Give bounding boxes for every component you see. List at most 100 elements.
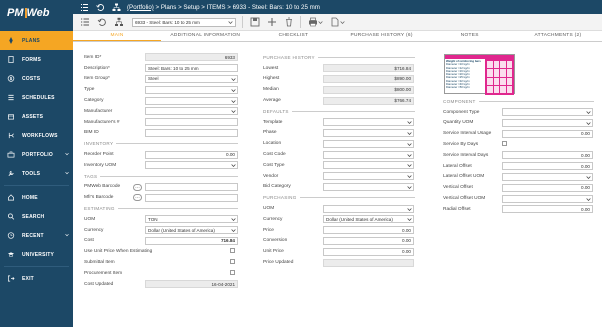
vendor-select[interactable] [323,172,414,181]
sidebar-item-costs[interactable]: $ COSTS [0,69,73,88]
lowest-label: Lowest [263,65,279,71]
template-select[interactable] [323,118,414,127]
sidebar-item-home[interactable]: HOME [0,188,73,207]
sidebar-item-label: PORTFOLIO [22,151,53,158]
purchasing-currency-select[interactable]: Dollar (United States of America) [323,215,414,224]
cost-code-select[interactable] [323,150,414,159]
top-bar: (Portfolio) > Plans > Setup > ITEMS > 69… [73,0,602,14]
more-options-button[interactable]: … [133,194,142,202]
price-field[interactable]: 0.00 [323,226,414,235]
clock-icon [7,232,15,239]
save-icon[interactable] [249,17,260,28]
chevron-down-icon [586,122,591,126]
list-view-icon[interactable] [79,2,89,12]
radial-offset-field[interactable]: 0.00 [502,205,593,214]
item-image[interactable]: Weight of reinforcing bars Diameter =10 … [444,54,515,95]
item-group-select[interactable]: Steel [145,74,238,83]
quantity-uom-select[interactable] [502,118,593,127]
inventory-uom-select[interactable] [145,161,238,170]
use-unit-price-checkbox[interactable] [230,248,235,254]
print-icon[interactable] [307,17,318,28]
procurement-item-checkbox[interactable] [230,269,235,275]
sidebar-item-workflows[interactable]: WORKFLOWS [0,126,73,145]
unit-price-field[interactable]: 0.00 [323,247,414,256]
list-icon[interactable] [79,17,90,28]
tab-checklist[interactable]: CHECKLIST [249,31,337,41]
tab-notes[interactable]: NOTES [426,31,514,41]
service-interval-days-field[interactable]: 0.00 [502,151,593,160]
currency-value: Dollar (United States of America) [148,227,215,233]
breadcrumb-portfolio-link[interactable]: (Portfolio) [127,4,154,11]
box-icon [7,113,15,120]
currency-select[interactable]: Dollar (United States of America) [145,226,238,235]
chevron-down-icon[interactable] [318,20,323,25]
undo-icon[interactable] [95,2,105,12]
sidebar-item-exit[interactable]: EXIT [0,269,73,288]
service-by-days-checkbox[interactable] [502,141,507,147]
manufacturer-number-field[interactable] [145,118,238,127]
tab-purchase-history[interactable]: PURCHASE HISTORY (6) [338,31,426,41]
sidebar-item-university[interactable]: UNIVERSITY [0,245,73,264]
sidebar-item-tools[interactable]: TOOLS [0,164,73,183]
hierarchy-icon[interactable] [113,17,124,28]
submittal-item-checkbox[interactable] [230,259,235,265]
chevron-down-icon [228,20,233,24]
category-select[interactable] [145,96,238,105]
image-cell [493,61,499,69]
uom-select[interactable]: TON [145,215,238,224]
tab-main[interactable]: MAIN [73,31,162,41]
lowest-field: $716.84 [323,64,414,73]
manufacturer-select[interactable] [145,107,238,116]
bim-id-field[interactable] [145,128,238,137]
list-icon [7,94,15,101]
phase-select[interactable] [323,128,414,137]
sidebar-item-assets[interactable]: ASSETS [0,107,73,126]
location-select[interactable] [323,139,414,148]
item-id-label: Item ID* [84,54,102,60]
median-field: $800.00 [323,85,414,94]
sidebar-item-search[interactable]: SEARCH [0,207,73,226]
defaults-header-text: DEFAULTS [263,108,289,114]
tab-additional-information[interactable]: ADDITIONAL INFORMATION [161,31,249,41]
cost-field[interactable]: 716.84 [145,236,238,245]
sidebar-item-recent[interactable]: RECENT [0,226,73,245]
reorder-point-field[interactable]: 0.00 [145,150,238,159]
mfr-barcode-field[interactable] [145,193,238,202]
sidebar-item-forms[interactable]: FORMS [0,50,73,69]
undo-icon[interactable] [96,17,107,28]
hierarchy-icon[interactable] [111,2,121,12]
manufacturer-number-label: Manufacturer's # [84,119,120,125]
pmweb-logo[interactable]: PM Web [0,0,73,26]
bid-category-select[interactable] [323,182,414,191]
sidebar-item-portfolio[interactable]: PORTFOLIO [0,145,73,164]
record-select[interactable]: 6933 - Steel: Bars: 10 to 25 mm [132,17,236,27]
vertical-offset-field[interactable]: 0.00 [502,183,593,192]
type-select[interactable] [145,85,238,94]
chevron-down-icon [407,175,412,179]
chevron-down-icon [407,153,412,157]
sidebar-item-schedules[interactable]: SCHEDULES [0,88,73,107]
description-field[interactable]: Steel: Bars: 10 to 25 mm [145,64,238,73]
chevron-down-icon[interactable] [340,20,345,25]
export-document-icon[interactable] [329,17,340,28]
lateral-offset-label: Lateral Offset [443,163,472,169]
component-type-select[interactable] [502,108,593,117]
lateral-offset-field[interactable]: 0.00 [502,162,593,171]
service-interval-usage-field[interactable]: 0.00 [502,129,593,138]
vendor-label: Vendor [263,173,279,179]
cost-code-label: Cost Code [263,152,286,158]
lateral-offset-uom-select[interactable] [502,172,593,181]
reorder-point-label: Reorder Point [84,152,114,158]
tab-attachments[interactable]: ATTACHMENTS (2) [514,31,602,41]
vertical-offset-uom-select[interactable] [502,194,593,203]
cost-type-select[interactable] [323,161,414,170]
purchasing-uom-select[interactable] [323,204,414,213]
pmweb-barcode-field[interactable] [145,182,238,191]
sidebar-item-plans[interactable]: PLANS [0,31,73,50]
delete-icon[interactable] [283,17,294,28]
briefcase-icon [7,151,15,158]
add-icon[interactable] [266,17,277,28]
more-options-button[interactable]: … [133,183,142,191]
purchase-history-section-header: PURCHASE HISTORY [263,52,415,63]
conversion-field[interactable]: 0.00 [323,236,414,245]
